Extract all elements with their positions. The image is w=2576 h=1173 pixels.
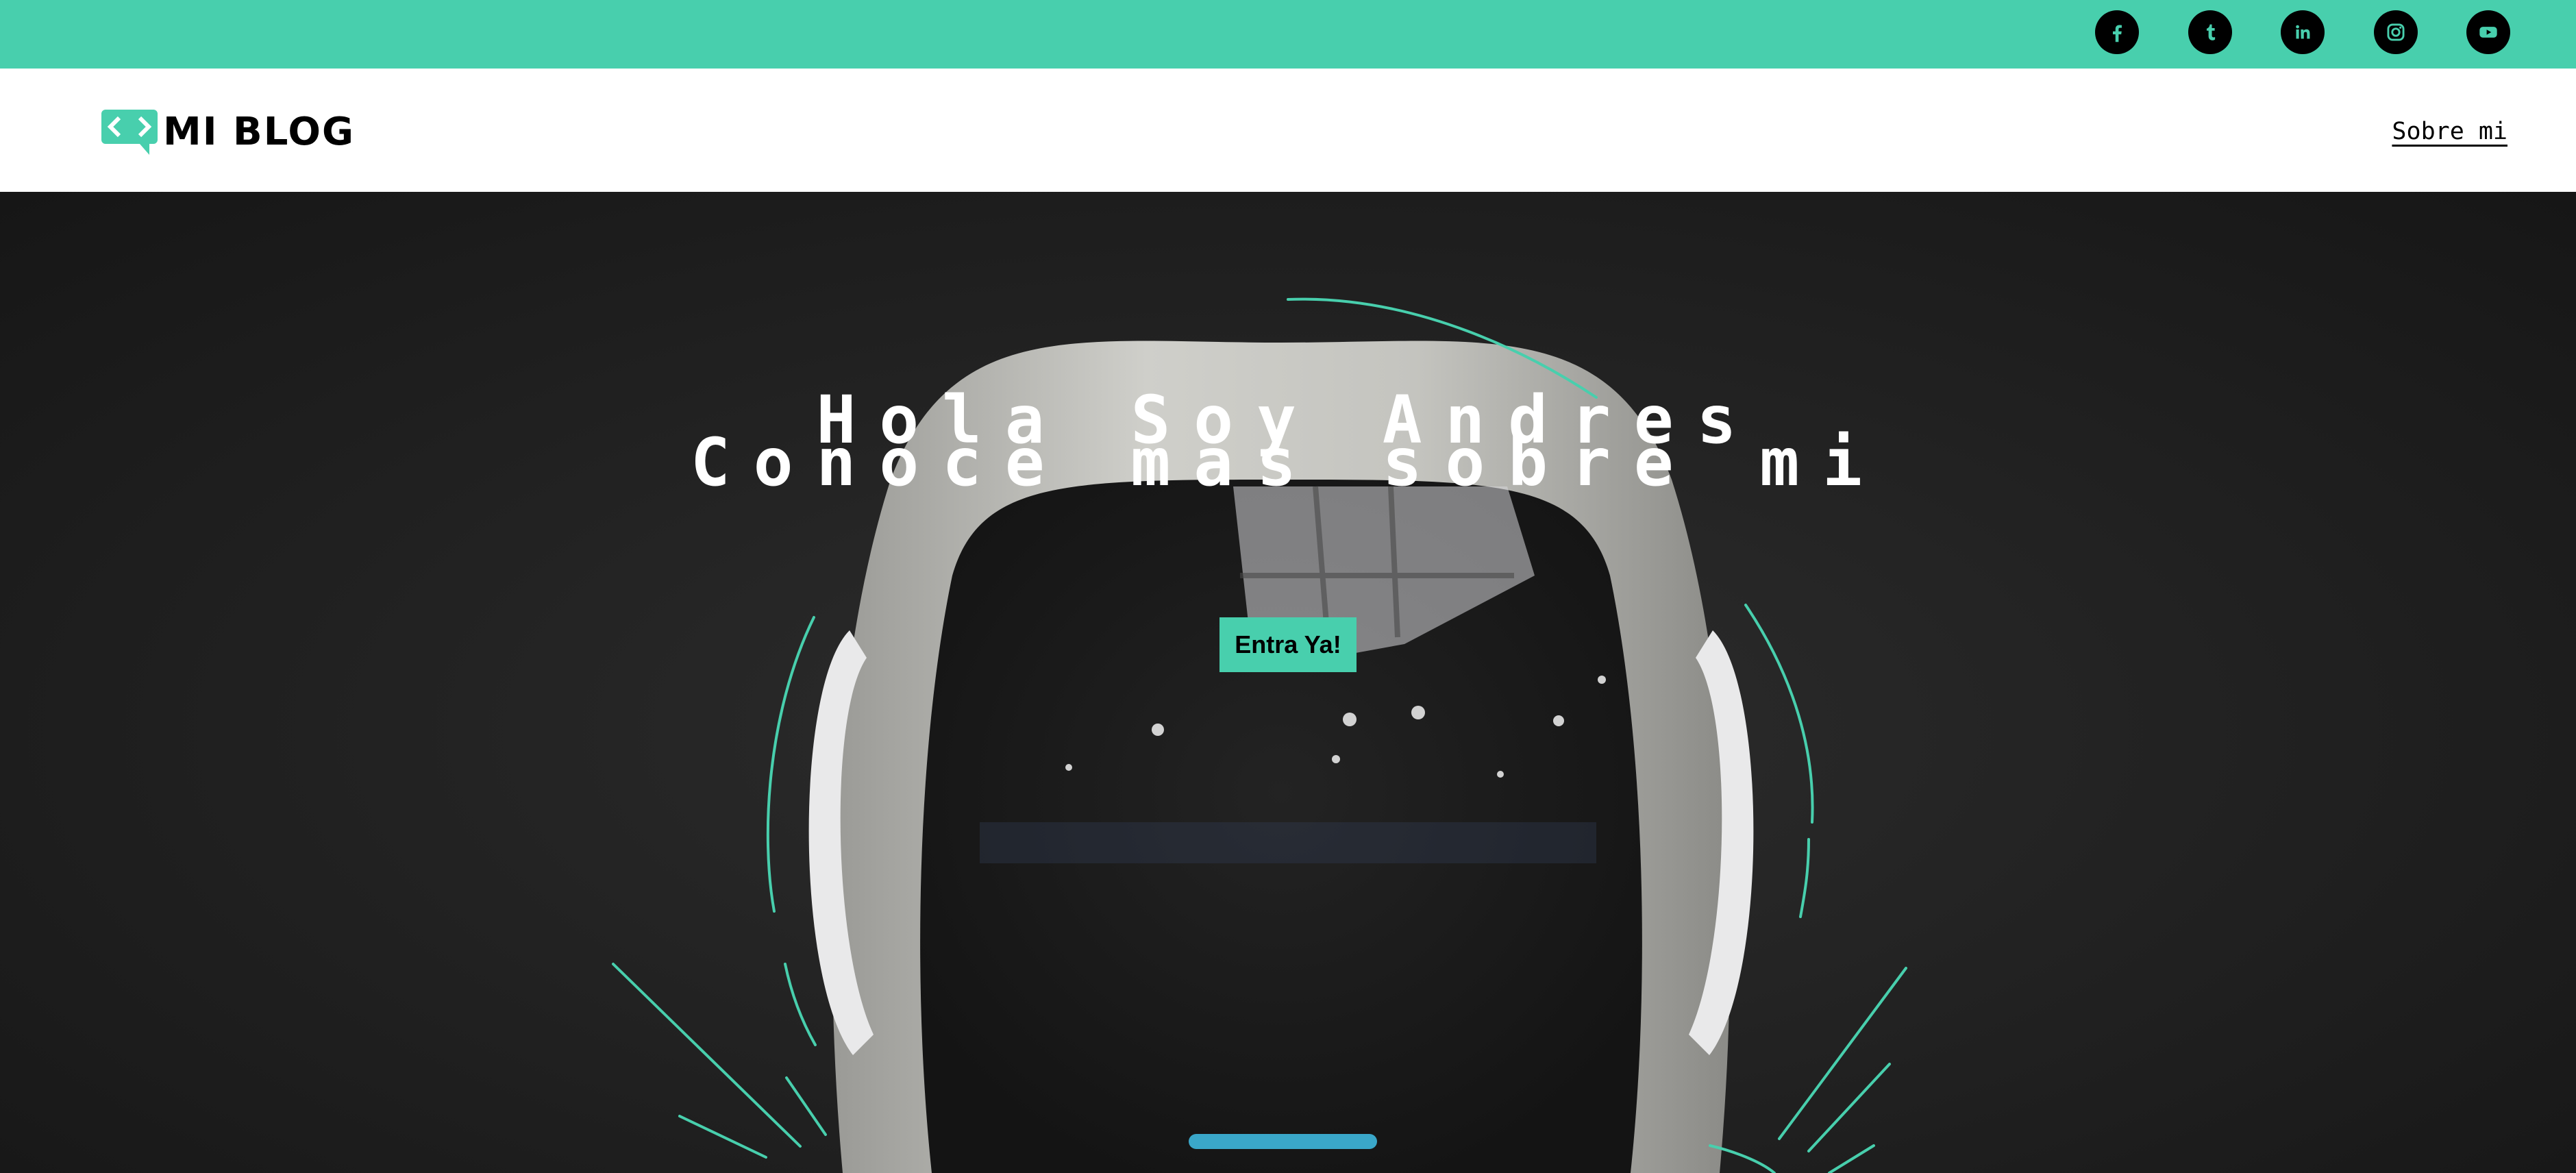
logo[interactable]: MI BLOG xyxy=(101,110,355,155)
logo-text: MI BLOG xyxy=(163,110,355,154)
hero-subtitle: Conoce mas sobre mi xyxy=(690,424,1886,501)
youtube-icon[interactable] xyxy=(2466,10,2510,54)
cta-button[interactable]: Entra Ya! xyxy=(1219,617,1357,672)
linkedin-icon[interactable] xyxy=(2281,10,2325,54)
site-header: MI BLOG Sobre mi xyxy=(0,69,2576,192)
instagram-icon[interactable] xyxy=(2374,10,2418,54)
hero-section: Hola Soy Andres Conoce mas sobre mi Entr… xyxy=(0,192,2576,1173)
nav-link-sobre-mi[interactable]: Sobre mi xyxy=(2392,118,2507,145)
tumblr-icon[interactable] xyxy=(2188,10,2232,54)
social-top-bar xyxy=(0,0,2576,69)
astronaut-helmet-image xyxy=(612,297,1907,1173)
facebook-icon[interactable] xyxy=(2095,10,2139,54)
speech-bubble-code-icon xyxy=(101,110,158,155)
